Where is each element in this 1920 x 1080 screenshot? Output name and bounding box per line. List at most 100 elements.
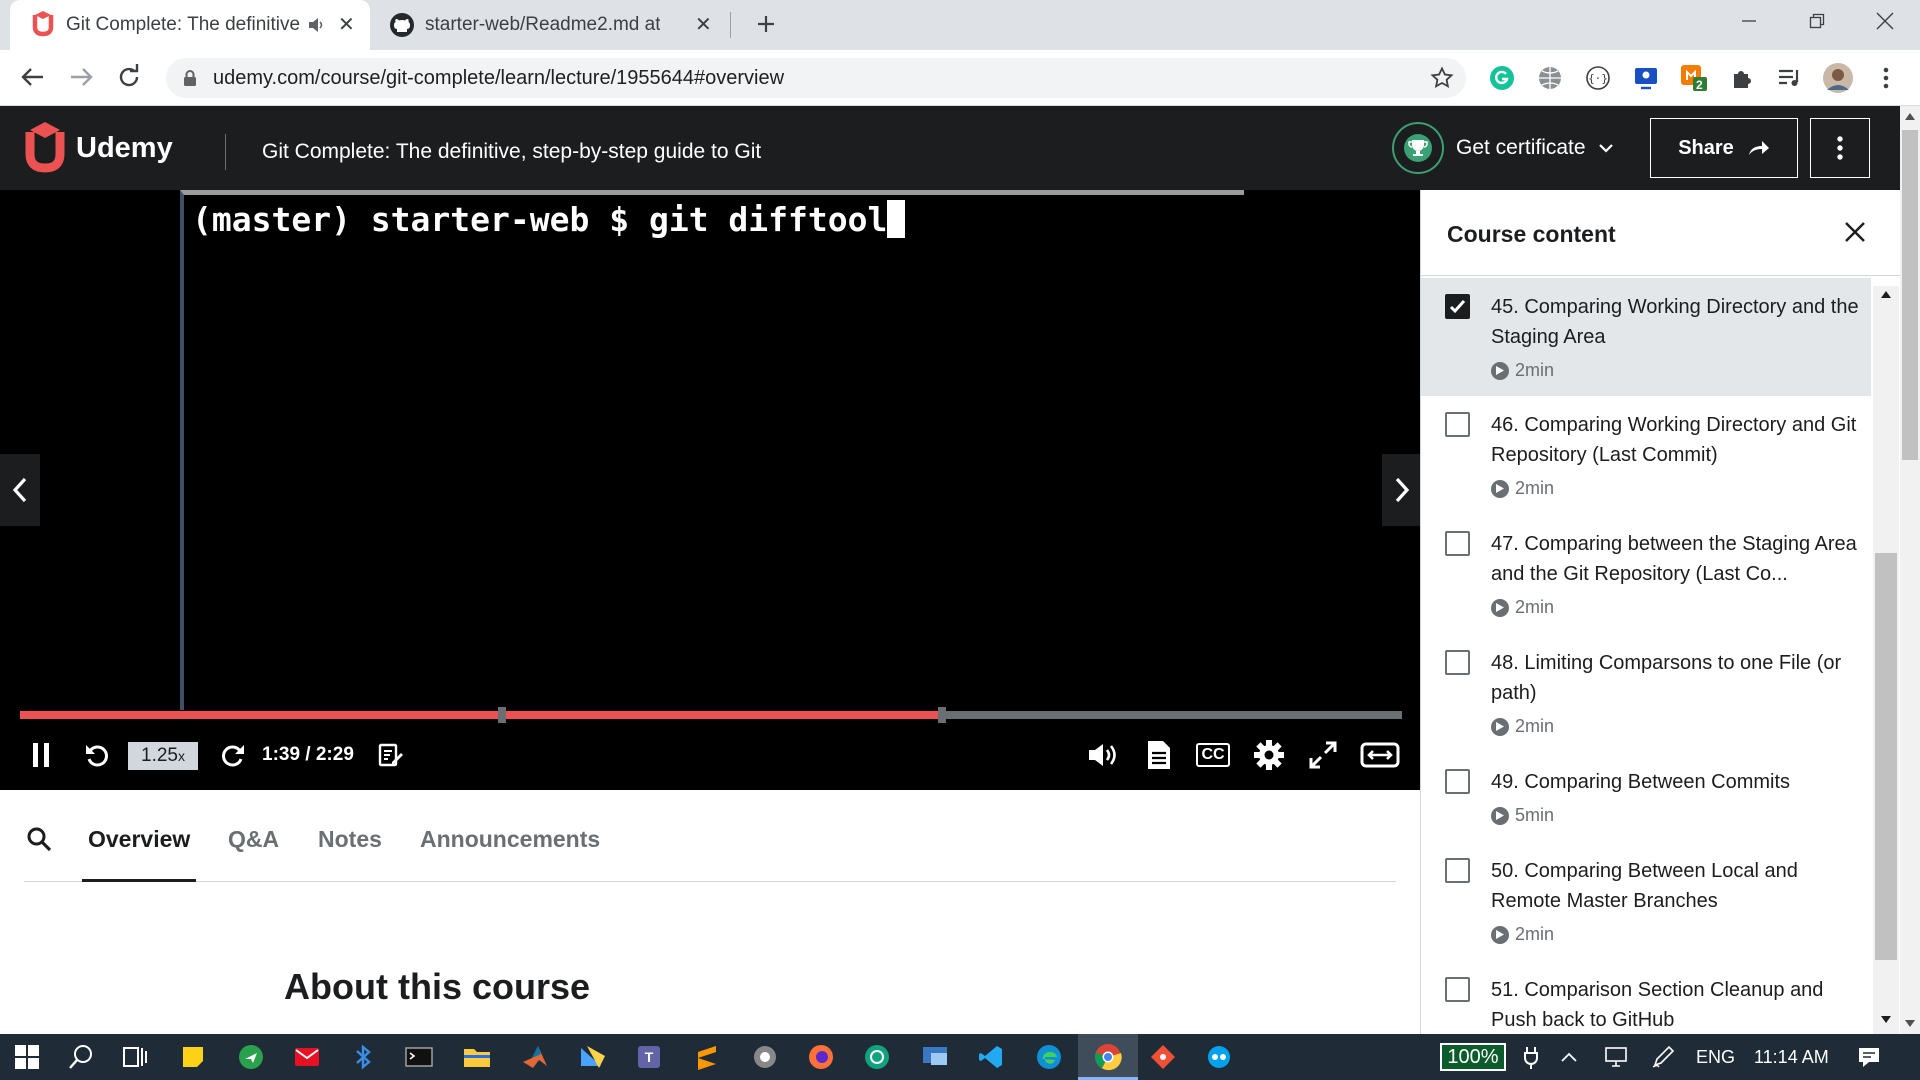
firefox-icon[interactable] — [806, 1042, 836, 1072]
close-tab-icon[interactable]: ✕ — [695, 12, 712, 37]
search-taskbar-button[interactable] — [66, 1042, 96, 1072]
completion-checkbox[interactable] — [1445, 769, 1470, 794]
bluetooth-icon[interactable] — [348, 1042, 378, 1072]
video-progress-bar[interactable] — [20, 707, 1402, 723]
notifications-icon[interactable] — [1854, 1042, 1884, 1072]
captions-button[interactable]: CC — [1196, 730, 1230, 780]
settings-button[interactable] — [1252, 730, 1286, 780]
browser-tab-strip: Git Complete: The definitive, ✕ starter-… — [0, 0, 1920, 50]
add-note-button[interactable] — [376, 730, 406, 780]
messenger-icon[interactable] — [236, 1042, 266, 1072]
minimize-button[interactable] — [1714, 0, 1784, 42]
volume-icon — [1089, 744, 1116, 766]
browser-tab-udemy[interactable]: Git Complete: The definitive, ✕ — [10, 0, 370, 50]
volume-button[interactable] — [1086, 730, 1120, 780]
back-button[interactable] — [18, 62, 48, 92]
curriculum-item[interactable]: 48. Limiting Comparsons to one File (or … — [1421, 634, 1871, 752]
teams-icon[interactable]: T — [634, 1042, 664, 1072]
page-scroll-thumb[interactable] — [1902, 130, 1918, 460]
lecture-tabs: Overview Q&A Notes Announcements — [24, 790, 1396, 882]
completion-checkbox[interactable] — [1445, 412, 1470, 437]
app-tray-icon[interactable] — [1204, 1042, 1234, 1072]
file-explorer-icon[interactable] — [462, 1042, 492, 1072]
theater-mode-button[interactable] — [1358, 730, 1402, 780]
forward-button[interactable] — [66, 62, 96, 92]
sticky-notes-icon[interactable] — [178, 1042, 208, 1072]
battery-indicator[interactable]: 100% — [1440, 1043, 1506, 1071]
tab-announcements[interactable]: Announcements — [420, 790, 600, 882]
course-title[interactable]: Git Complete: The definitive, step-by-st… — [262, 106, 761, 198]
sublime-icon[interactable] — [692, 1042, 722, 1072]
sidebar-scroll-thumb[interactable] — [1875, 553, 1897, 960]
curriculum-item[interactable]: 50. Comparing Between Local and Remote M… — [1421, 842, 1871, 960]
profile-avatar[interactable] — [1822, 62, 1854, 94]
completion-checkbox[interactable] — [1445, 531, 1470, 556]
vscode-icon[interactable] — [976, 1042, 1006, 1072]
video-player[interactable]: (master) starter-web $ git difftool 1.25… — [0, 190, 1422, 790]
completion-checkbox[interactable] — [1445, 650, 1470, 675]
curriculum-item[interactable]: 51. Comparison Section Cleanup and Push … — [1421, 961, 1871, 1034]
matlab-icon[interactable] — [520, 1042, 550, 1072]
settings-app-icon[interactable] — [750, 1042, 780, 1072]
share-button[interactable]: Share — [1650, 118, 1798, 178]
remote-desktop-icon[interactable] — [920, 1042, 950, 1072]
edge-icon[interactable] — [1034, 1042, 1064, 1072]
system-clock[interactable]: 11:14 AM — [1754, 1034, 1829, 1080]
close-window-button[interactable] — [1850, 0, 1920, 42]
restore-button[interactable] — [1782, 0, 1852, 42]
grammarly-icon[interactable] — [1486, 62, 1518, 94]
address-bar[interactable]: udemy.com/course/git-complete/learn/lect… — [166, 58, 1466, 98]
extensions-puzzle-icon[interactable] — [1726, 62, 1758, 94]
tab-overview[interactable]: Overview — [82, 790, 197, 882]
start-button[interactable] — [12, 1042, 42, 1072]
curriculum-item[interactable]: 45. Comparing Working Directory and the … — [1421, 278, 1871, 396]
completion-checkbox[interactable] — [1445, 858, 1470, 883]
forward-button[interactable] — [216, 730, 250, 780]
curriculum-item[interactable]: 49. Comparing Between Commits 5min — [1421, 753, 1871, 841]
play-circle-icon — [1491, 479, 1509, 498]
completed-checkbox[interactable] — [1445, 294, 1470, 319]
tab-notes[interactable]: Notes — [318, 790, 382, 882]
power-plug-icon[interactable] — [1516, 1042, 1546, 1072]
fullscreen-button[interactable] — [1306, 730, 1340, 780]
devtools-icon[interactable]: {·} — [1582, 62, 1614, 94]
playhead-marker[interactable] — [938, 707, 946, 723]
screen-capture-icon[interactable] — [1630, 62, 1662, 94]
reload-button[interactable] — [114, 62, 144, 92]
close-sidebar-button[interactable] — [1843, 220, 1867, 244]
chrome-taskbar-active[interactable] — [1078, 1034, 1138, 1080]
chevron-up-icon[interactable] — [1554, 1042, 1584, 1072]
rewind-button[interactable] — [80, 730, 114, 780]
chatgpt-icon[interactable] — [862, 1042, 892, 1072]
terminal-icon[interactable] — [404, 1042, 434, 1072]
globe-icon[interactable] — [1534, 62, 1566, 94]
paint-icon[interactable] — [578, 1042, 608, 1072]
task-view-button[interactable] — [120, 1042, 150, 1072]
tab-qa[interactable]: Q&A — [228, 790, 279, 882]
browser-tab-github[interactable]: starter-web/Readme2.md at mas ✕ — [375, 0, 725, 50]
more-options-button[interactable] — [1810, 118, 1870, 178]
git-icon[interactable] — [1148, 1042, 1178, 1072]
udemy-logo[interactable]: Udemy — [24, 122, 173, 174]
media-control-icon[interactable] — [1774, 62, 1806, 94]
close-tab-icon[interactable]: ✕ — [338, 12, 355, 37]
curriculum-item[interactable]: 46. Comparing Working Directory and Git … — [1421, 396, 1871, 514]
language-indicator[interactable]: ENG — [1696, 1034, 1735, 1080]
pause-button[interactable] — [24, 730, 58, 780]
previous-lecture-button[interactable] — [0, 454, 40, 526]
completion-checkbox[interactable] — [1445, 977, 1470, 1002]
new-tab-button[interactable] — [748, 6, 784, 42]
search-button[interactable] — [26, 826, 52, 852]
speaker-icon[interactable] — [306, 15, 326, 35]
playback-speed-button[interactable]: 1.25x — [128, 742, 198, 770]
star-icon[interactable] — [1430, 66, 1454, 90]
network-icon[interactable] — [1602, 1042, 1632, 1072]
get-certificate-button[interactable]: Get certificate — [1392, 122, 1614, 174]
transcript-button[interactable] — [1142, 730, 1176, 780]
pen-icon[interactable] — [1648, 1042, 1678, 1072]
chrome-menu-icon[interactable] — [1870, 62, 1902, 94]
mail-icon[interactable] — [292, 1042, 322, 1072]
curriculum-item[interactable]: 47. Comparing between the Staging Area a… — [1421, 515, 1871, 633]
extension-badge-icon[interactable]: 2 — [1678, 62, 1710, 94]
next-lecture-button[interactable] — [1382, 454, 1422, 526]
